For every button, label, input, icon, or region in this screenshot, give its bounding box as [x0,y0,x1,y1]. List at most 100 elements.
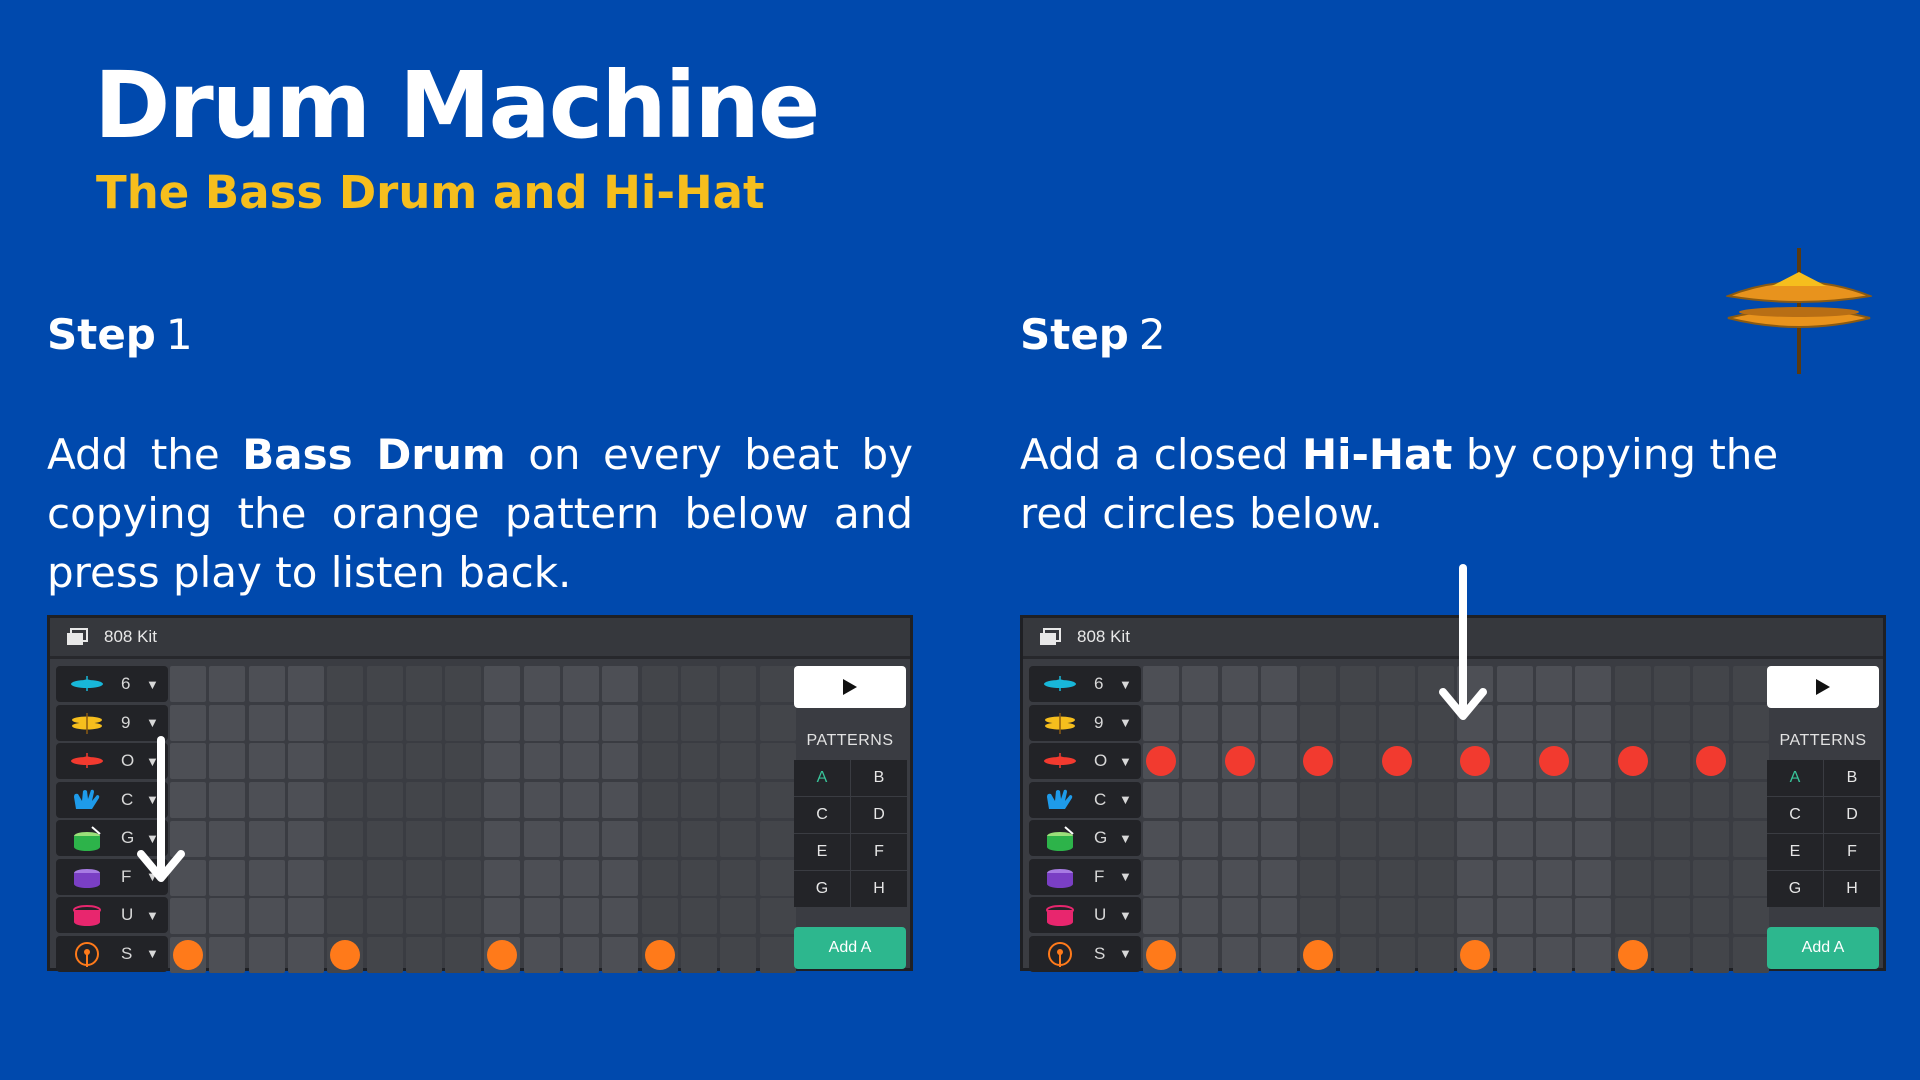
step-cell[interactable] [1653,898,1690,935]
step-cell[interactable] [209,936,246,973]
step-cell[interactable] [287,859,324,896]
pattern-a-button[interactable]: A [794,760,850,796]
step-cell[interactable] [563,666,599,702]
step-cell[interactable] [1457,936,1494,973]
step-cell[interactable] [248,743,285,780]
pattern-e-button[interactable]: E [1767,834,1823,870]
step-cell[interactable] [1221,704,1258,741]
step-cell[interactable] [720,743,757,780]
pattern-f-button[interactable]: F [1824,834,1880,870]
step-cell[interactable] [759,898,796,935]
step-cell[interactable] [1693,936,1730,973]
step-cell[interactable] [563,820,599,857]
step-cell[interactable] [405,898,442,935]
step-cell[interactable] [1693,704,1730,741]
step-cell[interactable] [1457,859,1494,896]
step-cell[interactable] [366,936,403,973]
track-dropdown-caret-icon[interactable]: ▼ [1119,754,1132,769]
track-dropdown-caret-icon[interactable]: ▼ [146,715,159,730]
play-button[interactable] [794,666,906,708]
bass-drum-note[interactable] [644,939,675,970]
pattern-h-button[interactable]: H [1824,871,1880,907]
pattern-d-button[interactable]: D [1824,797,1880,833]
step-cell[interactable] [1143,743,1179,780]
step-cell[interactable] [1260,820,1297,857]
step-cell[interactable] [327,898,364,935]
step-cell[interactable] [602,936,639,973]
step-cell[interactable] [248,859,285,896]
step-cell[interactable] [602,666,639,702]
step-cell[interactable] [1575,666,1612,702]
step-cell[interactable] [523,743,560,780]
step-cell[interactable] [1614,782,1651,819]
step-cell[interactable] [405,820,442,857]
step-cell[interactable] [484,859,521,896]
step-cell[interactable] [1418,936,1455,973]
pattern-b-button[interactable]: B [1824,760,1880,796]
step-cell[interactable] [1339,704,1376,741]
step-cell[interactable] [1182,743,1219,780]
step-cell[interactable] [1575,898,1612,935]
step-cell[interactable] [1182,782,1219,819]
track-dropdown-caret-icon[interactable]: ▼ [1119,908,1132,923]
step-cell[interactable] [1143,704,1179,741]
track-dropdown-caret-icon[interactable]: ▼ [146,908,159,923]
step-cell[interactable] [641,666,678,702]
step-cell[interactable] [1300,782,1337,819]
step-cell[interactable] [1536,936,1572,973]
step-cell[interactable] [1653,782,1690,819]
step-cell[interactable] [1260,898,1297,935]
step-cell[interactable] [1653,936,1690,973]
track-dropdown-caret-icon[interactable]: ▼ [1119,677,1132,692]
step-cell[interactable] [1260,666,1297,702]
hi-hat-note[interactable] [1617,746,1648,777]
step-cell[interactable] [484,898,521,935]
step-cell[interactable] [602,898,639,935]
step-cell[interactable] [1575,859,1612,896]
step-cell[interactable] [1614,666,1651,702]
step-cell[interactable] [1496,743,1533,780]
track-row[interactable]: U ▼ [56,897,168,933]
step-cell[interactable] [1143,936,1179,973]
step-cell[interactable] [720,936,757,973]
bass-drum-note[interactable] [487,939,518,970]
step-cell[interactable] [1575,820,1612,857]
step-cell[interactable] [1575,743,1612,780]
step-cell[interactable] [563,704,599,741]
step-cell[interactable] [1300,936,1337,973]
step-cell[interactable] [523,820,560,857]
step-cell[interactable] [327,936,364,973]
step-cell[interactable] [366,666,403,702]
step-cell[interactable] [602,704,639,741]
add-pattern-button[interactable]: Add A [1767,927,1879,969]
hi-hat-note[interactable] [1696,746,1727,777]
step-cell[interactable] [445,782,482,819]
step-cell[interactable] [1732,743,1769,780]
step-cell[interactable] [1378,898,1415,935]
step-cell[interactable] [327,666,364,702]
step-cell[interactable] [1418,898,1455,935]
step-cell[interactable] [1732,898,1769,935]
step-cell[interactable] [1300,704,1337,741]
step-cell[interactable] [1378,859,1415,896]
step-cell[interactable] [1339,666,1376,702]
pattern-c-button[interactable]: C [794,797,850,833]
step-cell[interactable] [1221,666,1258,702]
step-cell[interactable] [523,859,560,896]
step-cell[interactable] [1418,743,1455,780]
step-cell[interactable] [484,936,521,973]
step-cell[interactable] [1378,704,1415,741]
step-cell[interactable] [1182,704,1219,741]
step-cell[interactable] [523,936,560,973]
step-cell[interactable] [248,782,285,819]
track-dropdown-caret-icon[interactable]: ▼ [1119,946,1132,961]
hi-hat-note[interactable] [1146,746,1176,777]
step-cell[interactable] [759,782,796,819]
step-cell[interactable] [1143,666,1179,702]
step-cell[interactable] [209,782,246,819]
step-cell[interactable] [1182,859,1219,896]
step-cell[interactable] [287,820,324,857]
step-cell[interactable] [602,859,639,896]
step-cell[interactable] [641,859,678,896]
step-cell[interactable] [1221,898,1258,935]
